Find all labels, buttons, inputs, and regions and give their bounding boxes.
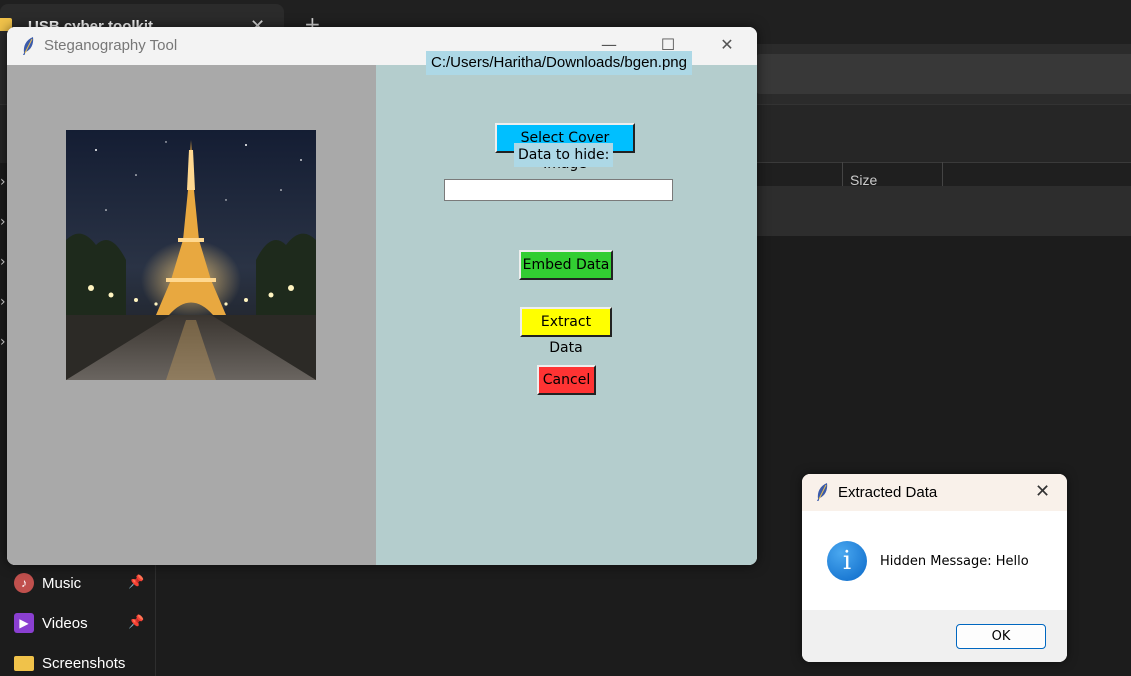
column-separator[interactable] [842, 162, 843, 186]
chevron-right-icon[interactable]: › [0, 254, 6, 270]
folder-icon [14, 655, 34, 671]
extracted-data-dialog: Extracted Data ✕ i Hidden Message: Hello… [802, 474, 1067, 662]
feather-icon [817, 483, 828, 501]
ok-button[interactable]: OK [956, 624, 1046, 649]
pin-icon[interactable]: 📌 [128, 615, 144, 630]
extract-data-button[interactable]: Extract Data [520, 307, 612, 356]
sidebar-item-videos[interactable]: ▶ Videos [14, 610, 88, 636]
embed-data-button[interactable]: Embed Data [519, 250, 613, 280]
music-icon: ♪ [14, 573, 34, 593]
window-title: Steganography Tool [44, 37, 178, 54]
chevron-right-icon[interactable]: › [0, 334, 6, 350]
cancel-button[interactable]: Cancel [537, 365, 596, 395]
feather-icon [23, 37, 34, 55]
steganography-window: Steganography Tool — ☐ ✕ [7, 27, 757, 565]
dialog-close-button[interactable]: ✕ [1035, 481, 1050, 502]
sidebar-item-label: Videos [42, 614, 88, 632]
chevron-right-icon[interactable]: › [0, 174, 6, 190]
sidebar-item-music[interactable]: ♪ Music [14, 570, 81, 596]
column-header-row [756, 162, 1131, 188]
dialog-message: Hidden Message: Hello [880, 554, 1029, 569]
sidebar-item-screenshots[interactable]: Screenshots [14, 650, 125, 676]
close-button[interactable]: ✕ [712, 35, 742, 54]
info-icon: i [827, 541, 867, 581]
pin-icon[interactable]: 📌 [128, 575, 144, 590]
cover-image-preview [66, 130, 316, 380]
videos-icon: ▶ [14, 613, 34, 633]
dialog-title: Extracted Data [838, 484, 938, 501]
chevron-right-icon[interactable]: › [0, 214, 6, 230]
address-bar[interactable] [756, 54, 1131, 94]
sidebar-item-label: Screenshots [42, 654, 126, 672]
sidebar-item-label: Music [42, 574, 82, 592]
file-row-selected[interactable] [756, 186, 1131, 236]
chevron-right-icon[interactable]: › [0, 294, 6, 310]
column-separator[interactable] [942, 162, 943, 186]
selected-path-label: C:/Users/Haritha/Downloads/bgen.png [426, 51, 692, 75]
image-panel [7, 65, 376, 565]
data-to-hide-input[interactable] [444, 179, 673, 201]
data-to-hide-label: Data to hide: [514, 143, 614, 167]
dialog-title-bar[interactable]: Extracted Data ✕ [802, 474, 1067, 511]
